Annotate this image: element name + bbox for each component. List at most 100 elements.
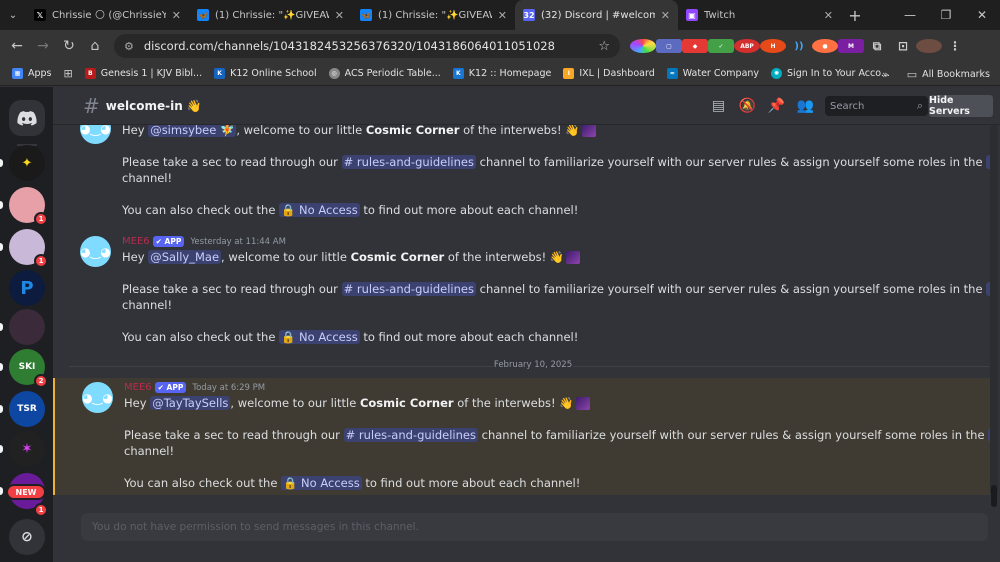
discover-icon[interactable]: ⊘ <box>9 519 45 555</box>
no-access-link[interactable]: 🔒 No Access <box>281 476 362 490</box>
all-bookmarks-link[interactable]: All Bookmarks <box>922 69 990 80</box>
browser-tab-active[interactable]: 32 (32) Discord | #welcome-in 🌙 ✕ <box>515 0 678 30</box>
mute-bell-icon[interactable]: 🔕 <box>733 98 762 114</box>
shield-icon[interactable]: ◆ <box>682 39 708 53</box>
channel-link[interactable]: # rules-and-guidelines <box>343 428 478 442</box>
tab-groups-icon[interactable]: ⊞ <box>64 67 73 80</box>
browser-tab[interactable]: 🦋 (1) Chrissie: "✨GIVEAWAY T ✕ <box>352 0 515 30</box>
home-icon[interactable]: ⌂ <box>82 38 108 54</box>
bookmark-periodic[interactable]: ◎ ACS Periodic Table... <box>328 68 441 79</box>
scrollbar-thumb[interactable] <box>991 485 997 507</box>
extension-icon[interactable]: ▢ <box>656 39 682 53</box>
puzzle-icon[interactable]: ⧉ <box>864 39 890 53</box>
server-skins[interactable]: SKI 2 <box>9 349 48 388</box>
author-name[interactable]: MEE6 <box>122 236 150 247</box>
reload-icon[interactable]: ↻ <box>56 38 82 54</box>
discord-home-icon[interactable] <box>9 100 45 136</box>
close-window-icon[interactable]: ✕ <box>964 8 1000 22</box>
bookmark-k12[interactable]: K K12 Online School <box>214 68 317 79</box>
tab-search-icon[interactable]: ⌄ <box>0 0 26 30</box>
back-icon[interactable]: ← <box>4 38 30 54</box>
message-meta: MEE6 ✔ APP Yesterday at 11:44 AM <box>122 236 286 247</box>
fox-icon[interactable]: ● <box>812 39 838 53</box>
threads-icon[interactable]: ▤ <box>704 98 733 114</box>
close-tab-icon[interactable]: ✕ <box>498 9 507 22</box>
bookmark-apps[interactable]: ▦ Apps <box>12 68 52 79</box>
window-controls: — ❐ ✕ <box>892 0 1000 30</box>
channel-link[interactable]: # rules-and-guidelines <box>341 155 476 169</box>
unread-pill <box>0 159 3 167</box>
server-games[interactable]: ✦ <box>9 145 45 181</box>
members-icon[interactable]: 👥 <box>791 98 820 114</box>
message: ◕‿◕ MEE6 ✔ APP Yesterday at 11:44 AM Hey… <box>53 233 990 353</box>
app-badge: ✔ APP <box>154 382 187 393</box>
adblock-icon[interactable]: ABP <box>734 39 760 53</box>
m-extension-icon[interactable]: M <box>838 39 864 53</box>
server-art[interactable] <box>9 309 45 345</box>
forward-icon[interactable]: → <box>30 38 56 54</box>
tab-title: Twitch <box>704 9 736 21</box>
author-name[interactable]: MEE6 <box>124 382 152 393</box>
bookmark-ixl[interactable]: I IXL | Dashboard <box>563 68 655 79</box>
water-icon: ≈ <box>666 68 678 79</box>
restore-icon[interactable]: ❐ <box>928 8 964 22</box>
browser-tab[interactable]: ▣ Twitch ✕ <box>678 0 841 30</box>
color-wheel-icon[interactable] <box>630 39 656 53</box>
server-p-logo[interactable]: P <box>9 270 45 306</box>
bookmark-bible[interactable]: B Genesis 1 | KJV Bibl... <box>84 68 202 79</box>
server-anime-girl[interactable]: 1 <box>9 187 48 226</box>
chevron-double-right-icon[interactable]: » <box>882 68 889 81</box>
tab-title: (1) Chrissie: "✨GIVEAWAY T <box>215 9 329 21</box>
pin-icon[interactable]: 📌 <box>762 98 791 114</box>
check-shield-icon[interactable]: ✓ <box>708 39 734 53</box>
galaxy-emoji-icon <box>566 251 581 264</box>
browser-tab[interactable]: 𝕏 Chrissie 🌕 (@ChrissieYT ✕ <box>26 0 189 30</box>
server-tsr[interactable]: TSR <box>9 391 45 427</box>
bookmark-star-icon[interactable]: ☆ <box>598 39 610 54</box>
no-access-link[interactable]: 🔒 No Access <box>279 330 360 344</box>
k12-home-icon: K <box>452 68 464 79</box>
channel-name: welcome-in 👋 <box>105 98 202 113</box>
menu-dots-icon[interactable]: ⋮ <box>942 39 968 53</box>
browser-tab[interactable]: 🦋 (1) Chrissie: "✨GIVEAWAY T ✕ <box>189 0 352 30</box>
broadcast-icon[interactable]: )) <box>786 39 812 53</box>
header-toolbar: ▤ 🔕 📌 👥 <box>704 87 820 125</box>
ixl-icon: I <box>563 68 575 79</box>
honey-icon[interactable]: H <box>760 39 786 53</box>
search-icon: ⌕ <box>916 99 923 112</box>
close-tab-icon[interactable]: ✕ <box>824 9 833 22</box>
site-info-icon[interactable]: ⚙ <box>124 40 134 53</box>
server-star[interactable]: ✶ <box>9 431 45 467</box>
media-icon[interactable]: ⊡ <box>890 39 916 53</box>
hashtag-icon: # <box>83 93 100 118</box>
search-box[interactable]: Search ⌕ <box>825 96 928 116</box>
user-mention[interactable]: @Sally_Mae <box>148 250 222 264</box>
message-list: ◕‿◕ Hey @simsybee 🧚, welcome to our litt… <box>53 125 990 495</box>
server-rail: ✦ 1 1 P SKI 2 TSR ✶ 1 NEW ⊘ <box>0 87 53 562</box>
bookmarks-bar: ▦ Apps ⊞ B Genesis 1 | KJV Bibl... K K12 On… <box>0 62 1000 86</box>
minimize-icon[interactable]: — <box>892 8 928 22</box>
server-cat[interactable]: 1 <box>9 229 48 268</box>
no-access-link[interactable]: 🔒 No Access <box>279 203 360 217</box>
address-bar[interactable]: ⚙ discord.com/channels/10431824532563763… <box>114 34 620 58</box>
close-tab-icon[interactable]: ✕ <box>172 9 181 22</box>
extensions-bar: ▢ ◆ ✓ ABP H )) ● M ⧉ ⊡ ⋮ <box>630 39 968 53</box>
message-rules-end: channel! <box>124 444 175 458</box>
channel-link[interactable]: # rules-and-guidelines <box>341 282 476 296</box>
timestamp: Today at 6:29 PM <box>192 382 266 393</box>
message-greeting: Hey @simsybee 🧚, welcome to our little C… <box>122 125 596 137</box>
bookmark-signin[interactable]: ✺ Sign In to Your Acco... <box>771 68 890 79</box>
new-tab-button[interactable]: + <box>841 6 869 25</box>
profile-avatar-icon[interactable] <box>916 39 942 53</box>
message-also: You can also check out the 🔒 No Access t… <box>124 476 581 490</box>
hide-servers-button[interactable]: Hide Servers <box>929 95 993 117</box>
bookmark-water[interactable]: ≈ Water Company <box>666 68 759 79</box>
close-tab-icon[interactable]: ✕ <box>335 9 344 22</box>
user-mention[interactable]: @TayTaySells <box>150 396 231 410</box>
message-scrollbar[interactable] <box>990 125 998 495</box>
user-mention[interactable]: @simsybee 🧚 <box>148 125 237 137</box>
close-tab-icon[interactable]: ✕ <box>661 9 670 22</box>
bookmark-k12-home[interactable]: K K12 :: Homepage <box>452 68 551 79</box>
timestamp: Yesterday at 11:44 AM <box>190 236 286 247</box>
discord-icon: 32 <box>523 9 535 21</box>
